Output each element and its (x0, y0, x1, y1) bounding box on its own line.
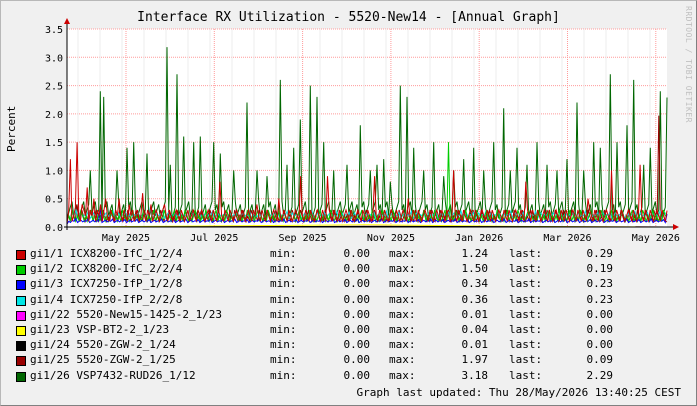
legend-last-label: last: (509, 368, 543, 382)
legend-min-label: min: (270, 353, 297, 367)
legend-max-value: 0.36 (461, 292, 489, 306)
legend-min-value: 0.00 (343, 368, 371, 382)
legend-min-value: 0.00 (343, 338, 371, 352)
legend-series-name: gi1/24 5520-ZGW-2_1/24 (30, 338, 176, 352)
legend-min-label: min: (270, 277, 297, 291)
legend-series-name: gi1/1 ICX8200-IfC_1/2/4 (30, 247, 183, 260)
last-updated-text: Graph last updated: Thu 28/May/2026 13:4… (356, 386, 681, 399)
y-tick-label: 1.0 (45, 166, 63, 177)
y-axis-arrow (64, 18, 70, 24)
legend-swatch (16, 310, 26, 321)
legend-max-label: max: (389, 292, 416, 306)
legend-min-label: min: (270, 368, 297, 382)
legend-last-label: last: (509, 277, 543, 291)
legend-min-label: min: (270, 292, 297, 306)
legend-min-label: min: (270, 262, 297, 276)
y-tick-label: 3.0 (45, 53, 63, 64)
legend-last-label: last: (509, 353, 543, 367)
y-tick-label: 0.0 (45, 223, 63, 234)
x-tick-label: Jul 2025 (190, 233, 238, 244)
legend-max-label: max: (389, 368, 416, 382)
x-tick-label: Jan 2026 (455, 233, 503, 244)
legend-max-value: 1.24 (461, 247, 489, 260)
legend-series-name: gi1/22 5520-New15-1425-2_1/23 (30, 307, 223, 321)
x-tick-label: May 2026 (632, 233, 680, 244)
legend-series-name: gi1/26 VSP7432-RUD26_1/12 (30, 368, 196, 382)
legend-series-name: gi1/4 ICX7250-IfP_2/2/8 (30, 292, 183, 306)
legend-min-value: 0.00 (343, 292, 371, 306)
legend-min-value: 0.00 (343, 247, 371, 260)
x-tick-label: May 2025 (102, 233, 150, 244)
legend-min-value: 0.00 (343, 277, 371, 291)
legend-last-value: 0.09 (586, 353, 614, 367)
legend-series-name: gi1/2 ICX8200-IfC_2/2/4 (30, 262, 183, 276)
legend-series-name: gi1/3 ICX7250-IfP_1/2/8 (30, 277, 183, 291)
legend-series-name: gi1/25 5520-ZGW-2_1/25 (30, 353, 176, 367)
legend-max-label: max: (389, 322, 416, 336)
legend-max-value: 1.50 (461, 262, 489, 276)
legend-last-value: 0.29 (586, 247, 614, 260)
x-tick-label: Mar 2026 (543, 233, 591, 244)
legend-min-value: 0.00 (343, 322, 371, 336)
legend-last-label: last: (509, 338, 543, 352)
y-tick-label: 3.5 (45, 25, 63, 36)
legend-min-label: min: (270, 338, 297, 352)
legend-last-value: 0.23 (586, 292, 614, 306)
legend-last-label: last: (509, 292, 543, 306)
legend-last-label: last: (509, 307, 543, 321)
x-axis-arrow (673, 224, 679, 230)
legend-swatch (16, 280, 26, 291)
legend-max-label: max: (389, 262, 416, 276)
legend-swatch (16, 341, 26, 352)
y-tick-label: 1.5 (45, 138, 63, 149)
legend-min-value: 0.00 (343, 262, 371, 276)
legend-series-name: gi1/23 VSP-BT2-2_1/23 (30, 322, 170, 336)
legend-swatch (16, 250, 26, 260)
legend-max-value: 0.34 (461, 277, 489, 291)
legend-swatch (16, 371, 26, 382)
legend-max-value: 0.01 (461, 338, 489, 352)
legend-max-label: max: (389, 353, 416, 367)
legend-min-label: min: (270, 247, 297, 260)
legend-last-value: 2.29 (586, 368, 614, 382)
legend-last-value: 0.19 (586, 262, 614, 276)
legend-max-label: max: (389, 338, 416, 352)
y-tick-label: 2.5 (45, 82, 63, 93)
legend-max-label: max: (389, 247, 416, 260)
legend-max-value: 1.97 (461, 353, 489, 367)
legend-last-value: 0.00 (586, 307, 614, 321)
legend-last-value: 0.23 (586, 277, 614, 291)
legend-min-label: min: (270, 322, 297, 336)
legend-swatch (16, 295, 26, 306)
legend-swatch (16, 325, 26, 336)
legend-max-value: 0.01 (461, 307, 489, 321)
legend-min-value: 0.00 (343, 353, 371, 367)
y-tick-label: 0.5 (45, 195, 63, 206)
legend-min-value: 0.00 (343, 307, 371, 321)
legend-last-value: 0.00 (586, 322, 614, 336)
legend-max-label: max: (389, 307, 416, 321)
legend-last-label: last: (509, 247, 543, 260)
x-tick-label: Nov 2025 (367, 233, 415, 244)
legend-last-label: last: (509, 322, 543, 336)
legend-max-value: 3.18 (461, 368, 489, 382)
legend-max-label: max: (389, 277, 416, 291)
legend-max-value: 0.04 (461, 322, 489, 336)
legend-last-value: 0.00 (586, 338, 614, 352)
legend-last-label: last: (509, 262, 543, 276)
y-tick-label: 2.0 (45, 110, 63, 121)
legend-swatch (16, 265, 26, 276)
legend-swatch (16, 356, 26, 367)
x-tick-label: Sep 2025 (279, 233, 327, 244)
legend-min-label: min: (270, 307, 297, 321)
